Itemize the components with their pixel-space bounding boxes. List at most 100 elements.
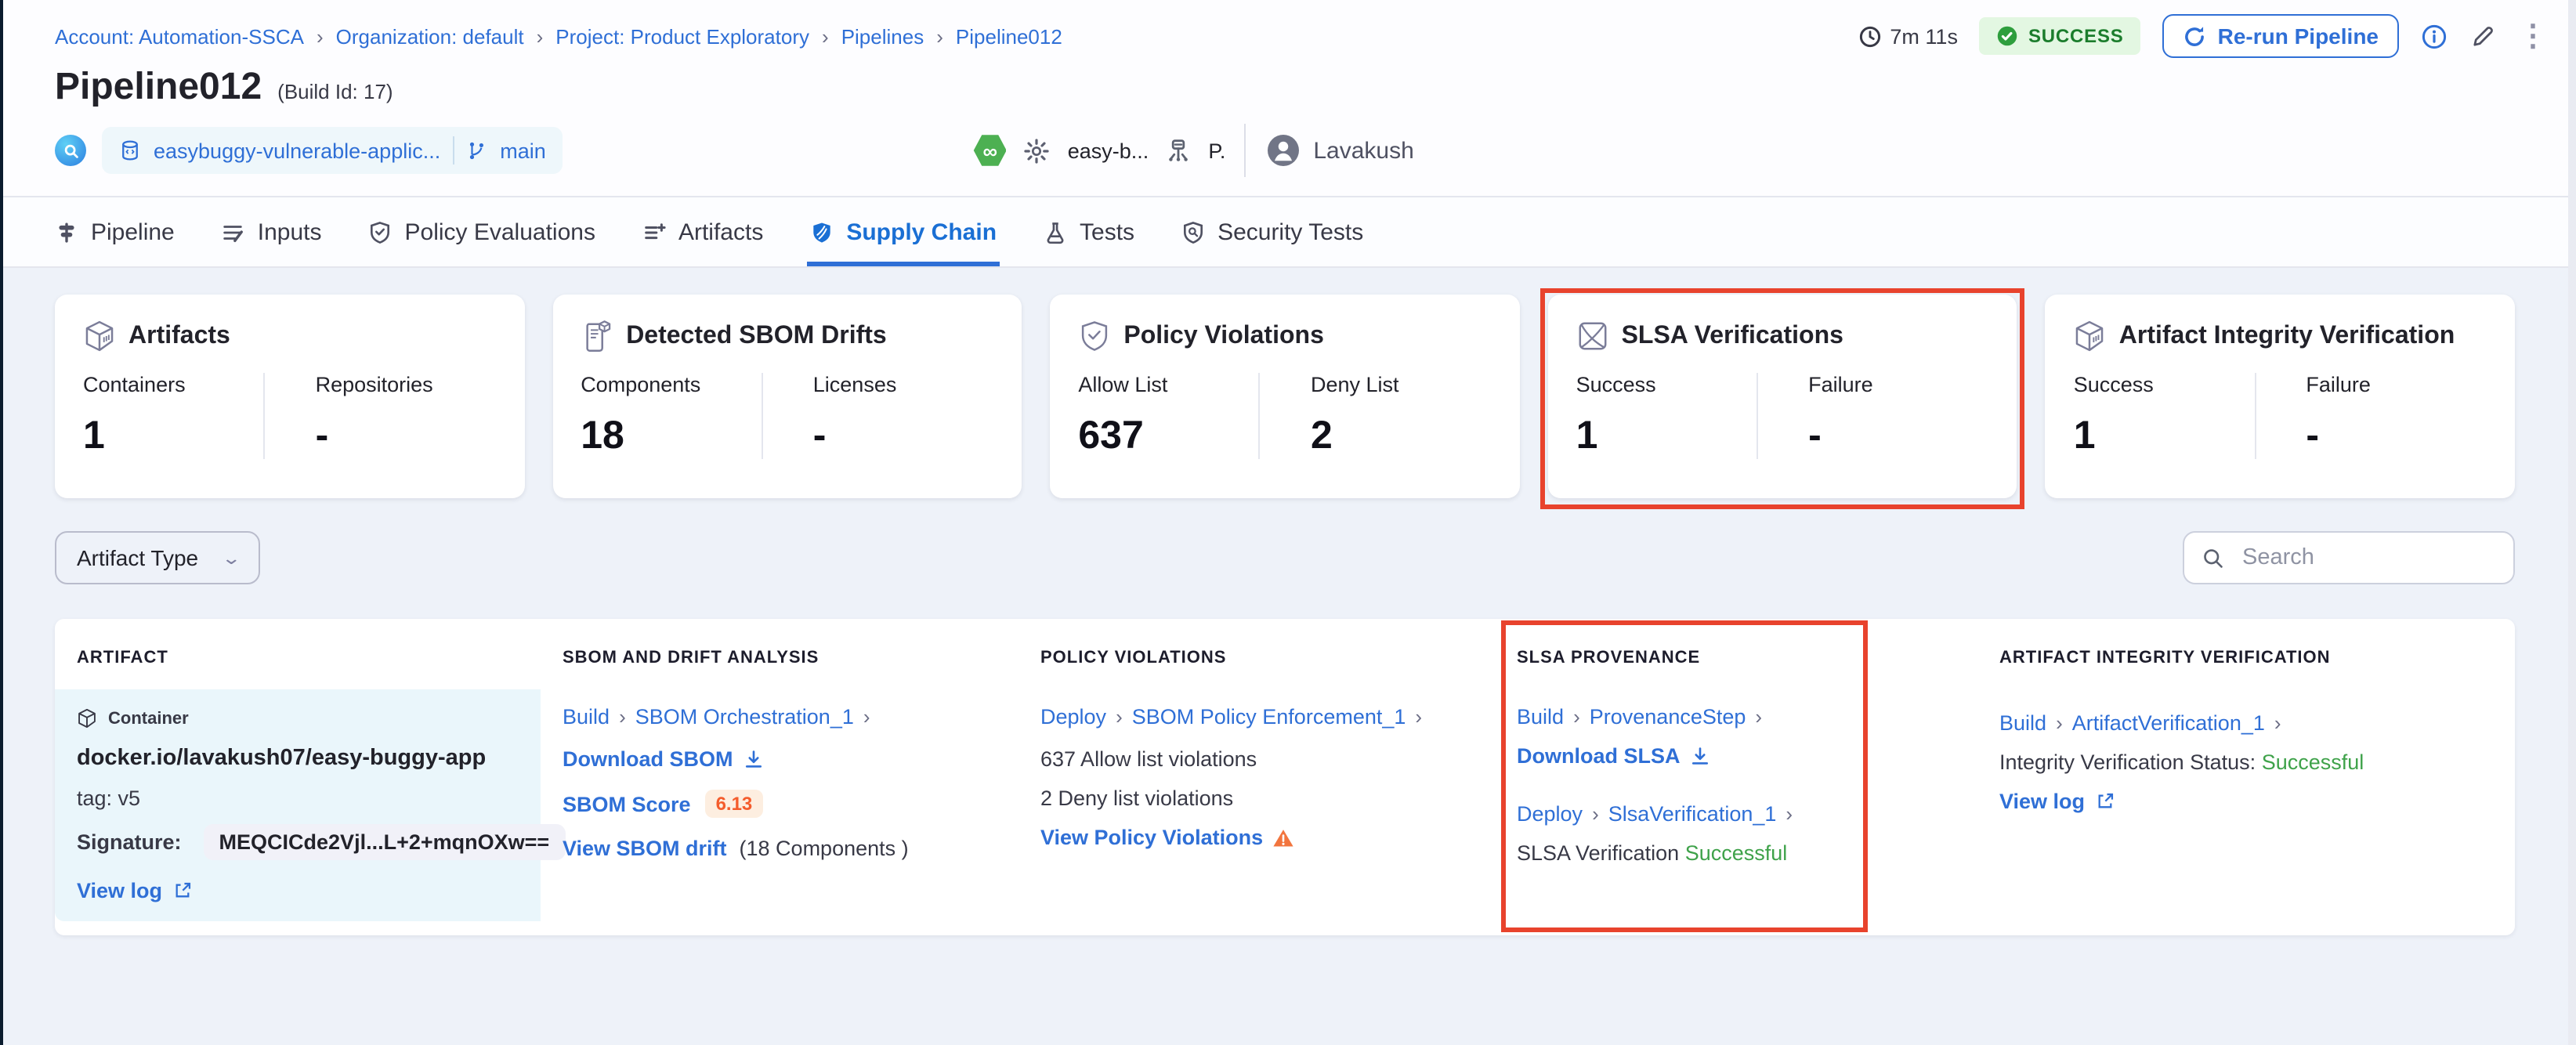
scrollbar-track[interactable]: [2568, 0, 2576, 1045]
cube-icon: [2074, 320, 2107, 353]
stat-value: -: [812, 414, 827, 457]
chevron-separator: ›: [1592, 802, 1599, 826]
breadcrumb-separator: ›: [316, 24, 324, 48]
sbom-score-link[interactable]: SBOM Score: [563, 792, 691, 815]
deny-list-violations: 2 Deny list violations: [1040, 786, 1234, 810]
repo-link[interactable]: easybuggy-vulnerable-applic...: [154, 139, 440, 162]
trigger-initial[interactable]: P.: [1208, 139, 1225, 162]
tab-security-tests[interactable]: Security Tests: [1181, 197, 1363, 266]
execution-info-icon[interactable]: [2421, 23, 2448, 49]
tab-pipeline[interactable]: Pipeline: [55, 197, 175, 266]
col-header-artifact: ARTIFACT: [77, 649, 168, 667]
breadcrumb-pipelines[interactable]: Pipelines: [841, 24, 924, 48]
chevron-separator: ›: [619, 705, 626, 729]
col-header-integrity: ARTIFACT INTEGRITY VERIFICATION: [1999, 649, 2331, 667]
download-icon: [743, 748, 765, 770]
stat-label: Success: [2073, 373, 2154, 396]
branch-link[interactable]: main: [500, 139, 546, 162]
view-log-link[interactable]: View log: [77, 879, 192, 902]
chevron-separator: ›: [1116, 705, 1123, 729]
slsa-deploy-stage-link[interactable]: Deploy: [1517, 802, 1583, 826]
stat-value: -: [1808, 414, 1822, 457]
view-sbom-drift-link[interactable]: View SBOM drift: [563, 837, 727, 860]
breadcrumb-separator: ›: [822, 24, 829, 48]
signature-label: Signature:: [77, 830, 182, 854]
chevron-separator: ›: [2056, 711, 2063, 735]
stat-label: Repositories: [315, 373, 433, 396]
stat-value: 2: [1310, 414, 1333, 457]
artifact-verification-step-link[interactable]: ArtifactVerification_1: [2072, 711, 2265, 735]
stat-value: -: [2306, 414, 2319, 457]
view-log-link[interactable]: View log: [1999, 790, 2115, 813]
chevron-separator: ›: [1573, 705, 1580, 729]
breadcrumb-account[interactable]: Account: Automation-SSCA: [55, 24, 304, 48]
rerun-pipeline-button[interactable]: Re-run Pipeline: [2162, 14, 2399, 58]
download-slsa-link[interactable]: Download SLSA: [1517, 744, 1712, 768]
slsa-build-stage-link[interactable]: Build: [1517, 705, 1564, 729]
integrity-status: Successful: [2261, 750, 2364, 774]
sbom-stage-link[interactable]: Build: [563, 705, 610, 729]
policy-stage-link[interactable]: Deploy: [1040, 705, 1106, 729]
slsa-verification-step-link[interactable]: SlsaVerification_1: [1608, 802, 1777, 826]
table-header: ARTIFACT SBOM AND DRIFT ANALYSIS POLICY …: [55, 619, 2515, 667]
search-box: [2183, 531, 2515, 584]
tab-artifacts[interactable]: Artifacts: [642, 197, 763, 266]
integrity-cell: Build › ArtifactVerification_1 › Integrity…: [1977, 689, 2515, 921]
check-circle-icon: [1997, 25, 2019, 47]
execution-duration: 7m 11s: [1858, 24, 1958, 48]
edit-pipeline-icon[interactable]: [2469, 23, 2496, 49]
tab-tests[interactable]: Tests: [1044, 197, 1134, 266]
download-sbom-link[interactable]: Download SBOM: [563, 747, 765, 771]
user-avatar: [1268, 135, 1300, 166]
breadcrumb-project[interactable]: Project: Product Exploratory: [555, 24, 809, 48]
search-input[interactable]: [2239, 544, 2496, 572]
inputs-icon: [222, 220, 245, 244]
trigger-pipeline-name[interactable]: easy-b...: [1068, 139, 1149, 162]
artifact-type-dropdown[interactable]: Artifact Type ⌄: [55, 531, 260, 584]
artifact-type-label: Container: [108, 709, 189, 728]
triggered-by-user: Lavakush: [1313, 137, 1414, 164]
stat-value: 18: [581, 414, 624, 457]
breadcrumb-separator: ›: [536, 24, 544, 48]
cube-icon: [83, 320, 116, 353]
col-header-sbom: SBOM AND DRIFT ANALYSIS: [563, 649, 819, 667]
artifact-tag: tag: v5: [77, 786, 141, 810]
stat-label: Deny List: [1310, 373, 1399, 396]
integrity-status-label: Integrity Verification Status:: [1999, 750, 2256, 774]
integrity-stage-link[interactable]: Build: [1999, 711, 2046, 735]
card-slsa-verifications: SLSA Verifications Success 1 Failure -: [1539, 288, 2024, 509]
refresh-icon: [2183, 24, 2207, 48]
provenance-step-link[interactable]: ProvenanceStep: [1590, 705, 1746, 729]
gear-icon: [1024, 137, 1051, 164]
stat-label: Success: [1576, 373, 1656, 396]
external-link-icon: [172, 880, 192, 901]
breadcrumb-separator: ›: [936, 24, 943, 48]
tab-supply-chain[interactable]: Supply Chain: [807, 197, 1000, 266]
execution-tabs: Pipeline Inputs Policy Evaluations Artif…: [0, 196, 2576, 268]
collapsed-nav-edge: [0, 0, 3, 1045]
external-link-icon: [2094, 791, 2115, 812]
trigger-type-icon: [55, 135, 86, 166]
card-sbom-drifts: Detected SBOM Drifts Components 18 Licens…: [552, 295, 1022, 498]
signature-value[interactable]: MEQCICde2Vjl...L+2+mqnOXw==: [203, 824, 566, 860]
tab-policy-evaluations[interactable]: Policy Evaluations: [369, 197, 595, 266]
supply-chain-content: Artifacts Containers 1 Repositories - Dete…: [0, 268, 2576, 935]
tab-inputs[interactable]: Inputs: [222, 197, 322, 266]
sbom-cell: Build › SBOM Orchestration_1 › Download SB…: [541, 689, 1018, 921]
warning-icon: [1272, 826, 1294, 848]
breadcrumb-pipeline012[interactable]: Pipeline012: [956, 24, 1062, 48]
view-policy-violations-link[interactable]: View Policy Violations: [1040, 826, 1294, 849]
more-options-icon[interactable]: ⋮: [2518, 21, 2548, 51]
stat-value: -: [315, 414, 329, 457]
breadcrumb-org[interactable]: Organization: default: [336, 24, 524, 48]
policy-step-link[interactable]: SBOM Policy Enforcement_1: [1132, 705, 1406, 729]
artifact-image-name: docker.io/lavakush07/easy-buggy-app: [77, 746, 487, 771]
breadcrumb: Account: Automation-SSCA › Organization: …: [55, 24, 1062, 48]
ci-status-hex-icon: ∞: [973, 135, 1007, 166]
card-artifact-integrity: Artifact Integrity Verification Success 1…: [2045, 295, 2515, 498]
supply-chain-shield-icon: [810, 220, 834, 244]
sbom-step-link[interactable]: SBOM Orchestration_1: [635, 705, 854, 729]
service-icon: [1166, 138, 1191, 163]
drift-components-count: (18 Components ): [739, 837, 909, 860]
pipeline-icon: [55, 220, 78, 244]
